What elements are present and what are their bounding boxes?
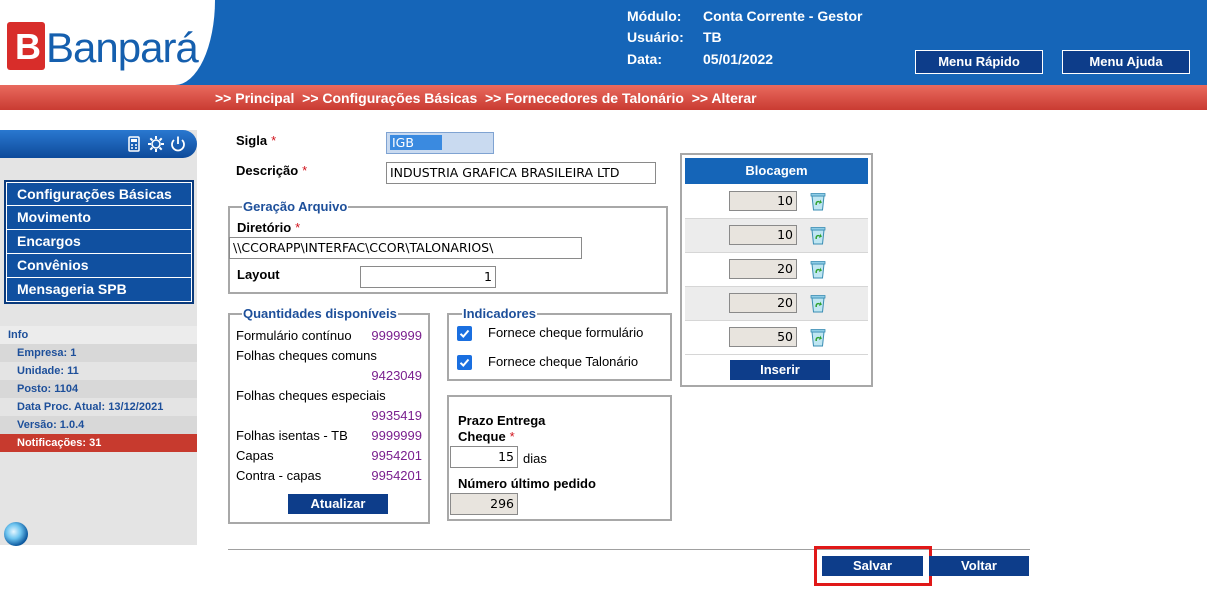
info-unidade: Unidade: 11 [17,365,79,377]
usuario-value: TB [703,29,722,45]
trash-icon[interactable] [809,225,827,245]
prazo-label-line1: Prazo Entrega [458,413,546,428]
trash-icon[interactable] [809,293,827,313]
diretorio-label: Diretório * [237,220,301,235]
layout-input[interactable]: 1 [360,266,496,288]
sigla-label: Sigla * [236,133,277,148]
blocagem-value: 50 [729,327,797,347]
quant-value-especiais: 9935419 [371,408,422,423]
calculator-icon[interactable] [125,135,143,153]
indicadores-title: Indicadores [462,306,537,321]
gear-icon[interactable] [147,135,165,153]
layout-label: Layout [237,267,280,282]
voltar-button[interactable]: Voltar [929,556,1029,576]
sidebar: Configurações Básicas Movimento Encargos… [0,130,197,546]
descricao-input[interactable]: INDUSTRIA GRAFICA BRASILEIRA LTD [386,162,656,184]
quant-label-formulario: Formulário contínuo [236,328,352,343]
sidebar-item-movimento[interactable]: Movimento [6,206,192,230]
quant-label-especiais: Folhas cheques especiais [236,388,386,403]
quantidades-title: Quantidades disponíveis [242,306,398,321]
salvar-button[interactable]: Salvar [822,556,923,576]
prazo-label-line2: Cheque * [458,429,515,444]
quant-value-contracapas: 9954201 [371,468,422,483]
descricao-label: Descrição * [236,163,308,178]
blocagem-row: 20 [685,287,868,321]
quant-label-capas: Capas [236,448,274,463]
quant-label-comuns: Folhas cheques comuns [236,348,377,363]
breadcrumb[interactable]: >> Principal >> Configurações Básicas >>… [215,90,757,106]
info-posto: Posto: 1104 [0,380,197,398]
prazo-unit: dias [523,451,547,466]
sidebar-toolbar [0,130,197,158]
sidebar-item-mensageria[interactable]: Mensageria SPB [6,278,192,302]
menu-ajuda-button[interactable]: Menu Ajuda [1062,50,1190,74]
blocagem-row: 10 [685,185,868,219]
blocagem-title: Blocagem [685,158,868,184]
ultimo-pedido-label: Número último pedido [458,476,596,491]
fornece-formulario-label: Fornece cheque formulário [488,325,644,340]
blocagem-value: 20 [729,293,797,313]
banpara-logo-icon: B [7,22,45,70]
info-notificacoes[interactable]: Notificações: 31 [0,434,197,452]
data-value: 05/01/2022 [703,51,774,67]
info-versao: Versão: 1.0.4 [0,416,197,434]
sidebar-item-convenios[interactable]: Convênios [6,254,192,278]
quant-label-contracapas: Contra - capas [236,468,322,483]
blocagem-value: 20 [729,259,797,279]
quant-value-comuns: 9423049 [371,368,422,383]
trash-icon[interactable] [809,259,827,279]
info-data-proc: Data Proc. Atual: 13/12/2021 [17,401,164,413]
menu-rapido-button[interactable]: Menu Rápido [915,50,1043,74]
app-header: B Banpará Módulo: Conta Corrente - Gesto… [0,0,1207,85]
fornece-formulario-checkbox[interactable] [457,326,472,341]
blocagem-row: 20 [685,253,868,287]
info-empresa: Empresa: 1 [0,344,197,362]
checkmark-icon [459,329,470,338]
fornece-talonario-label: Fornece cheque Talonário [488,354,639,369]
trash-icon[interactable] [809,191,827,211]
breadcrumb-bar: >> Principal >> Configurações Básicas >>… [0,85,1207,110]
modulo-label: Módulo: [627,8,682,24]
logo-area: B Banpará [0,0,215,85]
prazo-input[interactable]: 15 [450,446,518,468]
trash-icon[interactable] [809,327,827,347]
quant-label-isentas: Folhas isentas - TB [236,428,348,443]
data-label: Data: [627,51,663,67]
sidebar-item-configuracoes[interactable]: Configurações Básicas [6,182,192,206]
indicadores-group: Indicadores [447,306,672,381]
blocagem-row: 10 [685,219,868,253]
checkmark-icon [459,358,470,367]
usuario-label: Usuário: [627,29,684,45]
power-icon[interactable] [169,135,187,153]
modulo-value: Conta Corrente - Gestor [703,8,863,24]
quant-value-capas: 9954201 [371,448,422,463]
sidebar-menu: Configurações Básicas Movimento Encargos… [4,180,194,304]
info-title: Info [0,326,197,344]
sidebar-item-encargos[interactable]: Encargos [6,230,192,254]
logo-text: Banpará [46,24,199,71]
blocagem-value: 10 [729,191,797,211]
blocagem-row: 50 [685,321,868,355]
atualizar-button[interactable]: Atualizar [288,494,388,514]
geracao-arquivo-title: Geração Arquivo [242,199,349,214]
blocagem-panel: Blocagem 10 10 20 20 50 Inserir [680,153,873,387]
blocagem-value: 10 [729,225,797,245]
inserir-button[interactable]: Inserir [730,360,830,380]
globe-icon[interactable] [4,522,28,546]
diretorio-input[interactable]: \\CCORAPP\INTERFAC\CCOR\TALONARIOS\ [229,237,582,259]
quant-value-isentas: 9999999 [371,428,422,443]
fornece-talonario-checkbox[interactable] [457,355,472,370]
sigla-input[interactable]: IGB [386,132,494,154]
ultimo-pedido-value: 296 [450,493,518,515]
quant-value-formulario: 9999999 [371,328,422,343]
